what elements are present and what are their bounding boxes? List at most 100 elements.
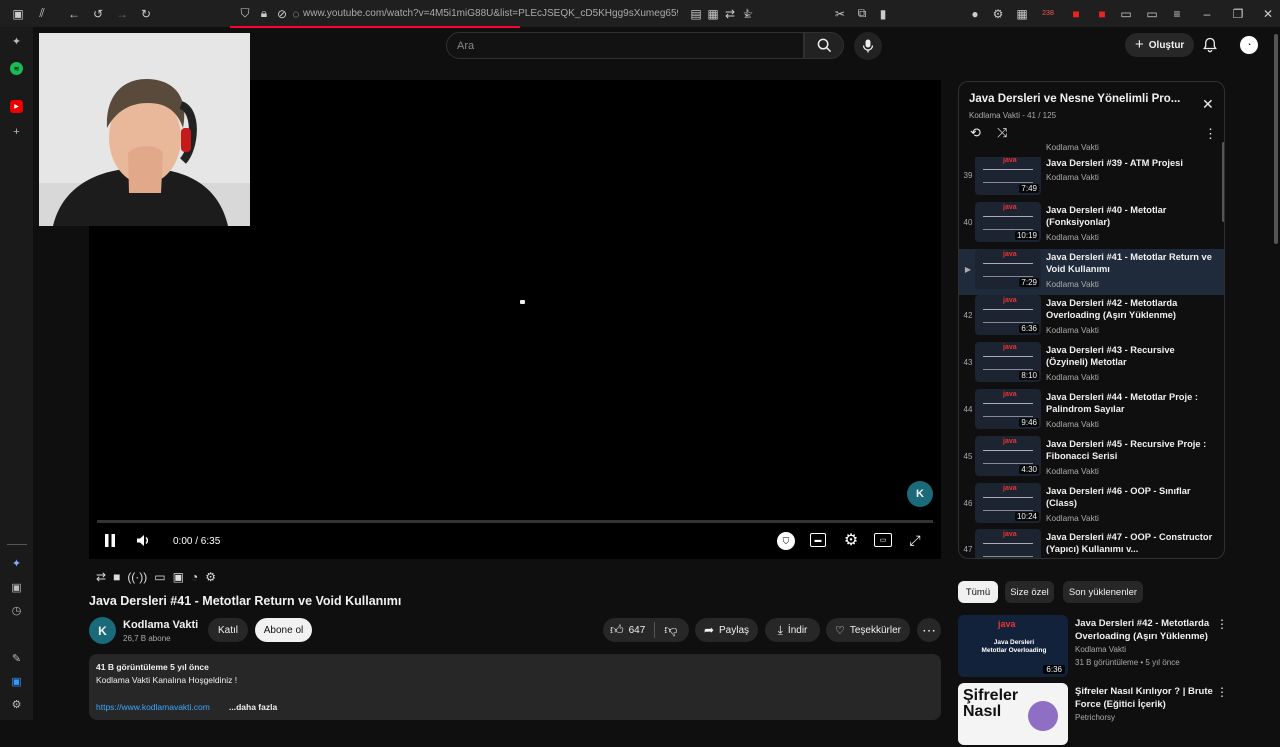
forward-icon[interactable]: → — [114, 6, 130, 22]
picture-in-picture-icon[interactable]: ▣ — [173, 570, 184, 584]
subscribe-button[interactable]: Abone ol — [255, 618, 312, 642]
sparkle-icon[interactable]: ✦ — [10, 35, 23, 48]
playlist-thumbnail[interactable]: java 7:29 — [975, 248, 1041, 289]
address-bar[interactable]: www.youtube.com/watch?v=4M5i1miG88U&list… — [303, 8, 678, 19]
recommendation-channel[interactable]: Petrichorsy — [1075, 713, 1115, 722]
chip-all[interactable]: Tümü — [958, 581, 998, 603]
speed-icon[interactable]: ◔ — [191, 570, 198, 584]
chip-for-you[interactable]: Size özel — [1005, 581, 1054, 603]
playlist-thumbnail[interactable]: java 4:30 — [975, 435, 1041, 476]
clock-icon[interactable]: ◷ — [10, 604, 23, 617]
recommendation-menu-icon[interactable]: ⋮ — [1216, 617, 1228, 631]
minimize-icon[interactable]: – — [1199, 6, 1215, 22]
copy-icon[interactable]: ⧉ — [854, 6, 870, 22]
loop-icon[interactable]: ⇄ — [96, 570, 106, 584]
thanks-button[interactable]: ♡ Teşekkürler — [826, 618, 910, 642]
spotify-icon[interactable]: ≋ — [10, 62, 23, 75]
loop-playlist-button[interactable]: ⟲ — [970, 125, 981, 141]
extensions-grid-icon[interactable]: ▦ — [1014, 6, 1030, 22]
subtitles-button[interactable]: ▬ — [810, 533, 826, 547]
chip-recent[interactable]: Son yüklenenler — [1063, 581, 1143, 603]
playlist-item[interactable]: 45 java 4:30 Java Dersleri #45 - Recursive … — [959, 435, 1224, 482]
create-button[interactable]: + Oluştur — [1125, 33, 1195, 57]
search-input[interactable]: Ara — [446, 32, 804, 59]
sponsorblock-button[interactable]: ⛉ — [777, 532, 795, 550]
youtube-icon[interactable]: ▶ — [10, 100, 23, 113]
playlist-item[interactable]: 40 java 10:19 Java Dersleri #40 - Metotlar … — [959, 201, 1224, 248]
settings-button[interactable]: ⚙ — [842, 531, 860, 549]
search-button[interactable] — [804, 32, 844, 59]
history-icon[interactable]: ↺ — [90, 6, 106, 22]
ai-icon[interactable]: ✦ — [10, 557, 23, 570]
playlist-item-title[interactable]: Java Dersleri #39 - ATM Projesi — [1046, 157, 1216, 169]
settings-side-icon[interactable]: ⚙ — [10, 698, 23, 711]
playlist-item[interactable]: 47 java 15:21 Java Dersleri #47 - OOP - Con… — [959, 529, 1224, 558]
wallet-side-icon[interactable]: ▣ — [10, 581, 23, 594]
notifications-button[interactable] — [1202, 37, 1218, 53]
extension-puzzle-icon[interactable]: ⚙ — [990, 6, 1006, 22]
playlist-thumbnail[interactable]: java 6:36 — [975, 295, 1041, 336]
dislike-button[interactable]: 👎︎ — [664, 622, 677, 638]
playlist-thumbnail[interactable]: java 9:46 — [975, 389, 1041, 429]
theater-mode-button[interactable]: ▭ — [874, 533, 892, 547]
extension-circle-icon[interactable]: ● — [967, 6, 983, 22]
voice-search-button[interactable] — [854, 32, 882, 60]
back-icon[interactable]: ← — [66, 6, 82, 22]
recommendation-item[interactable]: java Java Dersleri Metotlar Overloading 6… — [958, 615, 1278, 679]
like-button[interactable]: 👍︎ 647 — [603, 622, 645, 638]
channel-watermark[interactable]: K — [907, 481, 933, 507]
playlist-title[interactable]: Java Dersleri ve Nesne Yönelimli Pro... — [969, 93, 1199, 105]
sidebar-toggle-icon[interactable]: ▣ — [10, 6, 26, 22]
playlist-item[interactable]: 46 java 10:24 Java Dersleri #46 - OOP - Sın… — [959, 482, 1224, 529]
reload-icon[interactable]: ↻ — [138, 6, 154, 22]
playlist-item-title[interactable]: Java Dersleri #41 - Metotlar Return ve V… — [1046, 251, 1216, 275]
recommendation-channel[interactable]: Kodlama Vakti — [1075, 645, 1126, 654]
shuffle-button[interactable]: ⤨ — [997, 125, 1007, 141]
playlist-item[interactable]: 43 java 8:10 Java Dersleri #43 - Recursive … — [959, 342, 1224, 388]
translate-icon[interactable]: ⇄ — [722, 6, 738, 22]
playlist-item[interactable]: 42 java 6:36 Java Dersleri #42 - Metotlarda… — [959, 295, 1224, 341]
playlist-thumbnail[interactable]: java 8:10 — [975, 342, 1041, 383]
close-playlist-button[interactable]: ✕ — [1202, 96, 1214, 113]
playlist-item-title[interactable]: Java Dersleri #45 - Recursive Proje : Fi… — [1046, 438, 1216, 462]
translate-side-icon[interactable]: ▣ — [10, 675, 23, 688]
no-video-icon[interactable]: ▭ — [154, 570, 165, 584]
show-more-link[interactable]: ...daha fazla — [229, 702, 277, 712]
channel-avatar[interactable]: K — [89, 617, 116, 644]
playlist-thumbnail[interactable]: java 10:19 — [975, 201, 1041, 242]
playlist-thumbnail[interactable]: java 10:24 — [975, 482, 1041, 523]
playlist-item-title[interactable]: Java Dersleri #44 - Metotlar Proje : Pal… — [1046, 391, 1216, 415]
recommendation-title[interactable]: Şifreler Nasıl Kırılıyor ? | Brute Force… — [1075, 685, 1220, 711]
download-button[interactable]: ⤓ İndir — [765, 618, 820, 642]
playlist-item-title[interactable]: Java Dersleri #47 - OOP - Constructor (Y… — [1046, 531, 1216, 555]
playlist-item[interactable]: 44 java 9:46 Java Dersleri #44 - Metotlar P… — [959, 389, 1224, 435]
close-window-icon[interactable]: ✕ — [1260, 6, 1276, 22]
join-button[interactable]: Katıl — [208, 618, 248, 642]
wallet-icon[interactable]: ▮ — [875, 6, 891, 22]
add-panel-icon[interactable]: + — [10, 125, 23, 138]
eye-off-icon[interactable]: ◌ — [288, 6, 304, 22]
page-scrollbar[interactable] — [1274, 34, 1278, 244]
shield-icon[interactable]: ⛉ — [237, 6, 253, 22]
extension-settings-icon[interactable]: ⚙ — [205, 570, 216, 584]
playlist-item-title[interactable]: Java Dersleri #43 - Recursive (Özyineli)… — [1046, 344, 1216, 368]
playlist-item-title[interactable]: Java Dersleri #40 - Metotlar (Fonksiyonl… — [1046, 204, 1216, 228]
recommendation-menu-icon[interactable]: ⋮ — [1216, 685, 1228, 699]
split-view-icon[interactable]: ▭ — [1144, 6, 1160, 22]
share-button[interactable]: ➦ Paylaş — [695, 618, 758, 642]
volume-button[interactable] — [135, 532, 151, 548]
account-avatar[interactable]: ◔ — [1238, 34, 1260, 56]
description-box[interactable]: 41 B görüntüleme 5 yıl önce Kodlama Vakt… — [89, 654, 941, 720]
playlist-menu-button[interactable]: ⋮ — [1204, 126, 1217, 142]
star-icon[interactable]: ☆ — [740, 6, 756, 22]
restore-icon[interactable]: ❐ — [1230, 6, 1246, 22]
description-link[interactable]: https://www.kodlamavakti.com — [96, 702, 210, 712]
pause-button[interactable] — [102, 532, 118, 548]
progress-bar[interactable] — [97, 520, 933, 523]
playlist-item-title[interactable]: Java Dersleri #46 - OOP - Sınıflar (Clas… — [1046, 485, 1216, 509]
playlist-thumbnail[interactable]: java 7:49 — [975, 157, 1041, 195]
fullscreen-button[interactable]: ⤢ — [906, 531, 924, 549]
record-extension-icon[interactable]: ■ — [1094, 6, 1110, 22]
playlist-scrollbar[interactable] — [1222, 142, 1224, 222]
tabs-icon[interactable]: ⫽ — [34, 6, 50, 22]
